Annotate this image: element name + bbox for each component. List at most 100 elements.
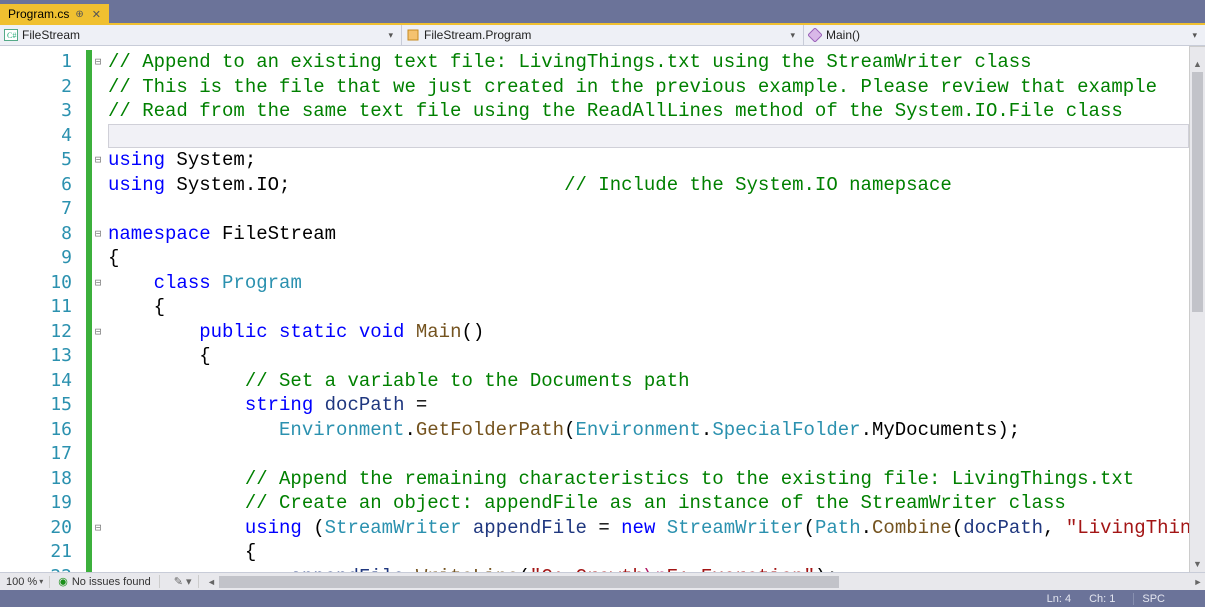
- outlining-margin[interactable]: ⊟ ⊟ ⊟ ⊟ ⊟ ⊟: [92, 46, 104, 572]
- line-number: 15: [0, 393, 72, 418]
- code-line[interactable]: class Program: [108, 271, 1189, 296]
- line-number: 6: [0, 173, 72, 198]
- line-number: 13: [0, 344, 72, 369]
- current-line-highlight: [108, 124, 1189, 149]
- outline-collapse-icon[interactable]: ⊟: [92, 516, 104, 541]
- line-number: 3: [0, 99, 72, 124]
- code-line[interactable]: using (StreamWriter appendFile = new Str…: [108, 516, 1189, 541]
- outline-spacer: [92, 246, 104, 271]
- outline-spacer: [92, 197, 104, 222]
- nav-class-label: FileStream.Program: [424, 28, 531, 42]
- chevron-down-icon: ▾: [39, 577, 43, 586]
- navigation-bar: C# FileStream ▾ FileStream.Program ▾ Mai…: [0, 25, 1205, 46]
- line-number: 19: [0, 491, 72, 516]
- split-handle[interactable]: [1190, 46, 1205, 56]
- scroll-thumb[interactable]: [1192, 72, 1203, 312]
- status-bar: Ln: 4 Ch: 1 SPC: [0, 590, 1205, 607]
- line-number: 1: [0, 50, 72, 75]
- line-number: 14: [0, 369, 72, 394]
- line-number: 21: [0, 540, 72, 565]
- status-line: Ln: 4: [1047, 593, 1071, 605]
- code-editor[interactable]: 12345678910111213141516171819202122 ⊟⊟⊟⊟…: [0, 46, 1205, 572]
- outline-spacer: [92, 344, 104, 369]
- scroll-left-arrow[interactable]: ◄: [205, 577, 219, 587]
- outline-spacer: [92, 75, 104, 100]
- chevron-down-icon: ▾: [790, 30, 799, 41]
- scroll-down-arrow[interactable]: ▼: [1190, 556, 1205, 572]
- outline-collapse-icon[interactable]: ⊟: [92, 50, 104, 75]
- code-line[interactable]: appendFile.WriteLine("G: Growth\nE: Excr…: [108, 565, 1189, 573]
- hscroll-thumb[interactable]: [219, 576, 839, 588]
- editor-bottom-bar: 100 % ▾ ◉ No issues found ✎ ▾ ◄ ►: [0, 572, 1205, 590]
- line-number: 20: [0, 516, 72, 541]
- outline-collapse-icon[interactable]: ⊟: [92, 320, 104, 345]
- scroll-track[interactable]: [1190, 72, 1205, 556]
- code-line[interactable]: using System.IO; // Include the System.I…: [108, 173, 1189, 198]
- code-line[interactable]: {: [108, 540, 1189, 565]
- code-line[interactable]: // Read from the same text file using th…: [108, 99, 1189, 124]
- code-line[interactable]: // Set a variable to the Documents path: [108, 369, 1189, 394]
- line-number: 7: [0, 197, 72, 222]
- code-line[interactable]: // Append the remaining characteristics …: [108, 467, 1189, 492]
- class-icon: [406, 28, 420, 42]
- nav-member-dropdown[interactable]: Main() ▾: [804, 25, 1205, 45]
- line-number: 8: [0, 222, 72, 247]
- csharp-project-icon: C#: [4, 28, 18, 42]
- outline-spacer: [92, 491, 104, 516]
- code-line[interactable]: [108, 442, 1189, 467]
- outline-spacer: [92, 99, 104, 124]
- code-line[interactable]: Environment.GetFolderPath(Environment.Sp…: [108, 418, 1189, 443]
- code-line[interactable]: using System;: [108, 148, 1189, 173]
- code-line[interactable]: // Append to an existing text file: Livi…: [108, 50, 1189, 75]
- outline-spacer: [92, 540, 104, 565]
- outline-spacer: [92, 393, 104, 418]
- code-line[interactable]: // Create an object: appendFile as an in…: [108, 491, 1189, 516]
- issues-text: No issues found: [72, 576, 151, 588]
- line-number: 22: [0, 565, 72, 573]
- svg-text:C#: C#: [7, 31, 16, 40]
- status-char: Ch: 1: [1089, 593, 1115, 605]
- line-number: 12: [0, 320, 72, 345]
- outline-spacer: [92, 295, 104, 320]
- code-line[interactable]: namespace FileStream: [108, 222, 1189, 247]
- close-icon[interactable]: ✕: [90, 8, 103, 21]
- vertical-scrollbar[interactable]: ▲ ▼: [1189, 46, 1205, 572]
- zoom-value: 100 %: [6, 576, 37, 588]
- line-number: 2: [0, 75, 72, 100]
- outline-collapse-icon[interactable]: ⊟: [92, 148, 104, 173]
- line-number: 9: [0, 246, 72, 271]
- document-tab-bar: Program.cs ⊕ ✕: [0, 4, 1205, 25]
- line-number: 18: [0, 467, 72, 492]
- check-icon: ◉: [58, 575, 68, 588]
- outline-collapse-icon[interactable]: ⊟: [92, 222, 104, 247]
- nav-class-dropdown[interactable]: FileStream.Program ▾: [402, 25, 804, 45]
- line-number: 5: [0, 148, 72, 173]
- code-line[interactable]: [108, 124, 1189, 149]
- code-line[interactable]: string docPath =: [108, 393, 1189, 418]
- outline-spacer: [92, 442, 104, 467]
- nav-project-dropdown[interactable]: C# FileStream ▾: [0, 25, 402, 45]
- nav-member-label: Main(): [826, 28, 860, 42]
- code-area[interactable]: // Append to an existing text file: Livi…: [104, 46, 1189, 572]
- status-indent-mode[interactable]: SPC: [1133, 593, 1165, 605]
- code-line[interactable]: {: [108, 344, 1189, 369]
- code-line[interactable]: public static void Main(): [108, 320, 1189, 345]
- outline-spacer: [92, 418, 104, 443]
- horizontal-scrollbar[interactable]: ◄ ►: [205, 573, 1205, 590]
- code-line[interactable]: // This is the file that we just created…: [108, 75, 1189, 100]
- error-list-summary[interactable]: ◉ No issues found: [58, 575, 160, 588]
- document-tab-active[interactable]: Program.cs ⊕ ✕: [0, 4, 109, 23]
- outline-spacer: [92, 124, 104, 149]
- chevron-down-icon: ▾: [1192, 30, 1201, 41]
- scroll-up-arrow[interactable]: ▲: [1190, 56, 1205, 72]
- chevron-down-icon: ▾: [388, 30, 397, 41]
- feedback-icon[interactable]: ✎ ▾: [168, 575, 199, 588]
- outline-collapse-icon[interactable]: ⊟: [92, 271, 104, 296]
- line-number: 16: [0, 418, 72, 443]
- pin-icon[interactable]: ⊕: [75, 9, 83, 20]
- code-line[interactable]: [108, 197, 1189, 222]
- code-line[interactable]: {: [108, 295, 1189, 320]
- zoom-control[interactable]: 100 % ▾: [6, 576, 50, 588]
- code-line[interactable]: {: [108, 246, 1189, 271]
- scroll-right-arrow[interactable]: ►: [1191, 577, 1205, 587]
